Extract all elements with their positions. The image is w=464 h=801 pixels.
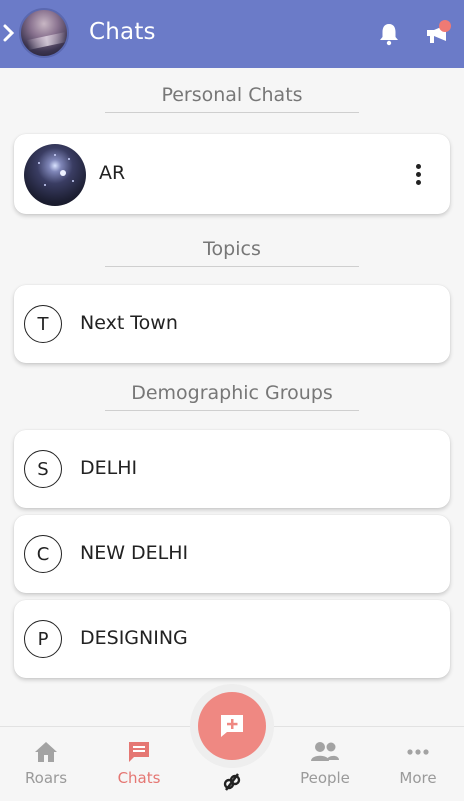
home-icon	[35, 742, 57, 762]
topic-name: Next Town	[80, 312, 178, 334]
chevron-right-icon[interactable]	[2, 22, 16, 44]
nav-item-roars[interactable]: Roars	[6, 739, 86, 787]
group-initial-icon: P	[24, 620, 62, 658]
new-chat-button[interactable]	[198, 692, 266, 760]
topic-card-next-town[interactable]: T Next Town	[14, 285, 450, 363]
topic-initial-icon: T	[24, 305, 62, 343]
nav-item-chats[interactable]: Chats	[99, 739, 179, 787]
nav-item-more[interactable]: More	[378, 739, 458, 787]
group-initial-icon: S	[24, 450, 62, 488]
group-name: DELHI	[80, 457, 138, 479]
section-title-personal-chats: Personal Chats	[105, 84, 359, 113]
nav-item-people[interactable]: People	[285, 739, 365, 787]
bell-icon[interactable]	[378, 22, 400, 46]
nav-label: More	[399, 769, 437, 787]
group-card-new-delhi[interactable]: C NEW DELHI	[14, 515, 450, 593]
group-card-designing[interactable]: P DESIGNING	[14, 600, 450, 678]
group-initial-icon: C	[24, 535, 62, 573]
chat-avatar	[24, 144, 86, 206]
group-name: DESIGNING	[80, 627, 188, 649]
chat-name: AR	[99, 162, 126, 184]
more-icon	[407, 749, 429, 755]
chat-icon	[129, 742, 149, 762]
app-header: Chats	[0, 0, 464, 68]
section-title-topics: Topics	[105, 238, 359, 267]
chat-card-ar[interactable]: AR	[14, 134, 450, 214]
people-icon	[311, 742, 339, 761]
nav-label: People	[300, 769, 350, 787]
group-name: NEW DELHI	[80, 542, 189, 564]
app-logo-icon[interactable]	[222, 772, 242, 792]
notification-badge	[439, 20, 451, 32]
page-title: Chats	[89, 19, 156, 45]
profile-avatar[interactable]	[19, 8, 69, 58]
more-options-icon[interactable]	[416, 164, 422, 186]
nav-label: Chats	[117, 769, 161, 787]
add-chat-icon	[221, 715, 243, 737]
group-card-delhi[interactable]: S DELHI	[14, 430, 450, 508]
section-title-demographic-groups: Demographic Groups	[105, 382, 359, 411]
nav-label: Roars	[24, 769, 68, 787]
